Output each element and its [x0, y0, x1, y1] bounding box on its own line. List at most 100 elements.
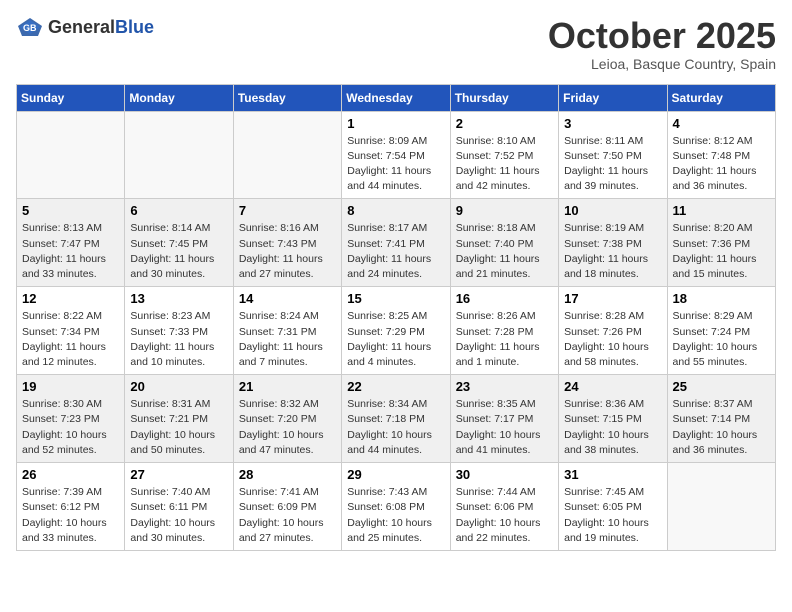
calendar-cell: [125, 111, 233, 199]
day-number: 22: [347, 379, 444, 394]
day-info: Sunrise: 8:34 AM Sunset: 7:18 PM Dayligh…: [347, 397, 444, 458]
day-number: 27: [130, 467, 227, 482]
svg-text:GB: GB: [23, 23, 37, 33]
calendar-cell: 30 Sunrise: 7:44 AM Sunset: 6:06 PM Dayli…: [450, 463, 558, 551]
calendar-week-row: 26 Sunrise: 7:39 AM Sunset: 6:12 PM Dayli…: [17, 463, 776, 551]
day-info: Sunrise: 8:17 AM Sunset: 7:41 PM Dayligh…: [347, 221, 444, 282]
day-info: Sunrise: 8:29 AM Sunset: 7:24 PM Dayligh…: [673, 309, 770, 370]
day-info: Sunrise: 7:39 AM Sunset: 6:12 PM Dayligh…: [22, 485, 119, 546]
day-number: 8: [347, 203, 444, 218]
day-info: Sunrise: 7:43 AM Sunset: 6:08 PM Dayligh…: [347, 485, 444, 546]
calendar-header-tuesday: Tuesday: [233, 84, 341, 111]
calendar-cell: 16 Sunrise: 8:26 AM Sunset: 7:28 PM Dayli…: [450, 287, 558, 375]
calendar-cell: 22 Sunrise: 8:34 AM Sunset: 7:18 PM Dayli…: [342, 375, 450, 463]
day-info: Sunrise: 8:11 AM Sunset: 7:50 PM Dayligh…: [564, 134, 661, 195]
day-number: 30: [456, 467, 553, 482]
calendar-cell: 17Sunrise: 8:28 AM Sunset: 7:26 PM Dayli…: [559, 287, 667, 375]
calendar-cell: 25Sunrise: 8:37 AM Sunset: 7:14 PM Dayli…: [667, 375, 775, 463]
day-number: 18: [673, 291, 770, 306]
day-number: 12: [22, 291, 119, 306]
calendar-cell: 4 Sunrise: 8:12 AM Sunset: 7:48 PM Daylig…: [667, 111, 775, 199]
day-info: Sunrise: 8:37 AM Sunset: 7:14 PM Dayligh…: [673, 397, 770, 458]
day-info: Sunrise: 8:32 AM Sunset: 7:20 PM Dayligh…: [239, 397, 336, 458]
calendar-week-row: 5Sunrise: 8:13 AM Sunset: 7:47 PM Daylig…: [17, 199, 776, 287]
day-number: 20: [130, 379, 227, 394]
day-number: 19: [22, 379, 119, 394]
calendar-header-friday: Friday: [559, 84, 667, 111]
day-number: 14: [239, 291, 336, 306]
day-number: 21: [239, 379, 336, 394]
day-info: Sunrise: 8:13 AM Sunset: 7:47 PM Dayligh…: [22, 221, 119, 282]
day-info: Sunrise: 8:19 AM Sunset: 7:38 PM Dayligh…: [564, 221, 661, 282]
day-info: Sunrise: 8:30 AM Sunset: 7:23 PM Dayligh…: [22, 397, 119, 458]
calendar-cell: 10 Sunrise: 8:19 AM Sunset: 7:38 PM Dayli…: [559, 199, 667, 287]
calendar-cell: 26 Sunrise: 7:39 AM Sunset: 6:12 PM Dayli…: [17, 463, 125, 551]
day-info: Sunrise: 8:26 AM Sunset: 7:28 PM Dayligh…: [456, 309, 553, 370]
calendar-cell: 2 Sunrise: 8:10 AM Sunset: 7:52 PM Daylig…: [450, 111, 558, 199]
calendar-cell: [233, 111, 341, 199]
calendar-cell: 29 Sunrise: 7:43 AM Sunset: 6:08 PM Dayli…: [342, 463, 450, 551]
day-info: Sunrise: 8:22 AM Sunset: 7:34 PM Dayligh…: [22, 309, 119, 370]
calendar-cell: 31Sunrise: 7:45 AM Sunset: 6:05 PM Dayli…: [559, 463, 667, 551]
day-info: Sunrise: 8:28 AM Sunset: 7:26 PM Dayligh…: [564, 309, 661, 370]
day-number: 29: [347, 467, 444, 482]
calendar-header-sunday: Sunday: [17, 84, 125, 111]
calendar-cell: 6Sunrise: 8:14 AM Sunset: 7:45 PM Daylig…: [125, 199, 233, 287]
calendar-cell: 8 Sunrise: 8:17 AM Sunset: 7:41 PM Daylig…: [342, 199, 450, 287]
day-info: Sunrise: 7:41 AM Sunset: 6:09 PM Dayligh…: [239, 485, 336, 546]
calendar-cell: 28 Sunrise: 7:41 AM Sunset: 6:09 PM Dayli…: [233, 463, 341, 551]
calendar-cell: 21 Sunrise: 8:32 AM Sunset: 7:20 PM Dayli…: [233, 375, 341, 463]
calendar-cell: 23 Sunrise: 8:35 AM Sunset: 7:17 PM Dayli…: [450, 375, 558, 463]
calendar-header-thursday: Thursday: [450, 84, 558, 111]
day-info: Sunrise: 8:25 AM Sunset: 7:29 PM Dayligh…: [347, 309, 444, 370]
month-title: October 2025: [548, 16, 776, 56]
day-info: Sunrise: 8:09 AM Sunset: 7:54 PM Dayligh…: [347, 134, 444, 195]
day-info: Sunrise: 7:44 AM Sunset: 6:06 PM Dayligh…: [456, 485, 553, 546]
day-info: Sunrise: 8:16 AM Sunset: 7:43 PM Dayligh…: [239, 221, 336, 282]
calendar-header-saturday: Saturday: [667, 84, 775, 111]
calendar-week-row: 1Sunrise: 8:09 AM Sunset: 7:54 PM Daylig…: [17, 111, 776, 199]
day-number: 11: [673, 203, 770, 218]
day-info: Sunrise: 8:36 AM Sunset: 7:15 PM Dayligh…: [564, 397, 661, 458]
calendar-cell: 19 Sunrise: 8:30 AM Sunset: 7:23 PM Dayli…: [17, 375, 125, 463]
day-number: 2: [456, 116, 553, 131]
calendar-header-wednesday: Wednesday: [342, 84, 450, 111]
calendar-cell: [667, 463, 775, 551]
calendar-header-row: SundayMondayTuesdayWednesdayThursdayFrid…: [17, 84, 776, 111]
logo: GB GeneralBlue: [16, 16, 154, 38]
calendar-cell: 13Sunrise: 8:23 AM Sunset: 7:33 PM Dayli…: [125, 287, 233, 375]
day-number: 10: [564, 203, 661, 218]
day-info: Sunrise: 8:12 AM Sunset: 7:48 PM Dayligh…: [673, 134, 770, 195]
calendar-cell: 3 Sunrise: 8:11 AM Sunset: 7:50 PM Daylig…: [559, 111, 667, 199]
day-number: 28: [239, 467, 336, 482]
location: Leioa, Basque Country, Spain: [548, 56, 776, 72]
day-number: 26: [22, 467, 119, 482]
day-info: Sunrise: 8:35 AM Sunset: 7:17 PM Dayligh…: [456, 397, 553, 458]
calendar-cell: 11 Sunrise: 8:20 AM Sunset: 7:36 PM Dayli…: [667, 199, 775, 287]
day-number: 15: [347, 291, 444, 306]
calendar-cell: 18 Sunrise: 8:29 AM Sunset: 7:24 PM Dayli…: [667, 287, 775, 375]
calendar-cell: 5Sunrise: 8:13 AM Sunset: 7:47 PM Daylig…: [17, 199, 125, 287]
day-number: 24: [564, 379, 661, 394]
day-number: 7: [239, 203, 336, 218]
logo-general: General: [48, 17, 115, 37]
calendar-cell: 12 Sunrise: 8:22 AM Sunset: 7:34 PM Dayli…: [17, 287, 125, 375]
logo-blue: Blue: [115, 17, 154, 37]
calendar-cell: 1Sunrise: 8:09 AM Sunset: 7:54 PM Daylig…: [342, 111, 450, 199]
day-number: 23: [456, 379, 553, 394]
day-info: Sunrise: 8:24 AM Sunset: 7:31 PM Dayligh…: [239, 309, 336, 370]
logo-icon: GB: [16, 16, 44, 38]
calendar-cell: 20 Sunrise: 8:31 AM Sunset: 7:21 PM Dayli…: [125, 375, 233, 463]
calendar-cell: 7 Sunrise: 8:16 AM Sunset: 7:43 PM Daylig…: [233, 199, 341, 287]
calendar-cell: [17, 111, 125, 199]
calendar-table: SundayMondayTuesdayWednesdayThursdayFrid…: [16, 84, 776, 551]
day-info: Sunrise: 7:40 AM Sunset: 6:11 PM Dayligh…: [130, 485, 227, 546]
day-number: 3: [564, 116, 661, 131]
calendar-cell: 9Sunrise: 8:18 AM Sunset: 7:40 PM Daylig…: [450, 199, 558, 287]
day-number: 16: [456, 291, 553, 306]
page-header: GB GeneralBlue October 2025 Leioa, Basqu…: [16, 16, 776, 72]
day-number: 4: [673, 116, 770, 131]
day-info: Sunrise: 8:20 AM Sunset: 7:36 PM Dayligh…: [673, 221, 770, 282]
day-info: Sunrise: 8:10 AM Sunset: 7:52 PM Dayligh…: [456, 134, 553, 195]
day-info: Sunrise: 8:31 AM Sunset: 7:21 PM Dayligh…: [130, 397, 227, 458]
